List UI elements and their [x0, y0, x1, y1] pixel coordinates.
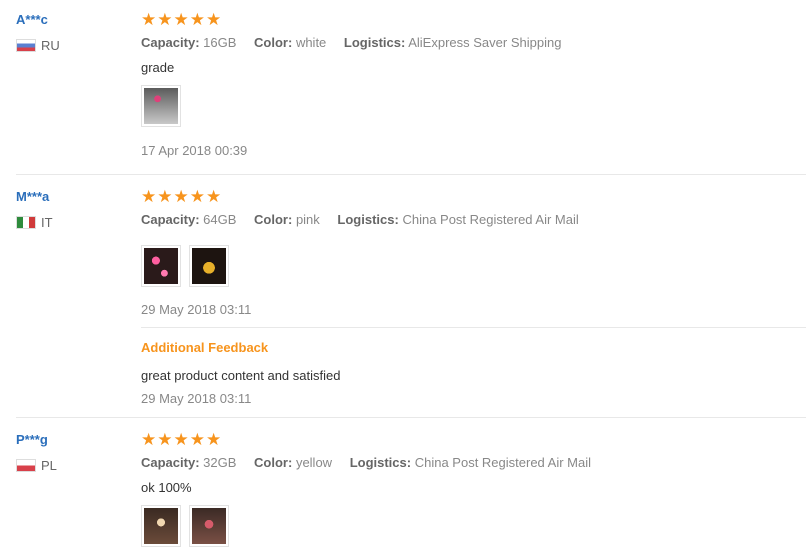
review-date: 17 Apr 2018 00:39 — [141, 143, 248, 158]
review-divider — [16, 174, 806, 175]
logistics-label: Logistics: — [337, 212, 399, 227]
additional-feedback-divider — [141, 327, 806, 328]
star-icon: ★ — [157, 430, 173, 449]
capacity-value: 64GB — [203, 212, 237, 227]
country-code: RU — [41, 38, 60, 53]
star-icon: ★ — [157, 10, 173, 29]
logistics-value: China Post Registered Air Mail — [402, 212, 579, 227]
review-divider — [16, 417, 806, 418]
capacity-label: Capacity: — [141, 212, 200, 227]
additional-feedback-text: great product content and satisfied — [141, 368, 341, 383]
additional-feedback-title: Additional Feedback — [141, 340, 269, 355]
capacity-value: 32GB — [203, 455, 237, 470]
star-icon: ★ — [141, 187, 157, 206]
country-code: PL — [41, 458, 57, 473]
star-icon: ★ — [189, 10, 205, 29]
star-icon: ★ — [173, 430, 189, 449]
reviewer-country: IT — [16, 215, 53, 230]
color-value: pink — [295, 212, 320, 227]
star-icon: ★ — [206, 187, 222, 206]
review-images — [141, 245, 229, 287]
photo-thumbnail — [144, 508, 178, 544]
reviewer-info: P***g PL — [16, 432, 57, 473]
logistics-label: Logistics: — [349, 455, 412, 470]
star-icon: ★ — [206, 430, 222, 449]
color-label: Color: — [254, 212, 293, 227]
review-image-thumbnail[interactable] — [189, 245, 229, 287]
photo-thumbnail — [192, 248, 226, 284]
review-image-thumbnail[interactable] — [141, 245, 181, 287]
star-icon: ★ — [157, 187, 173, 206]
color-label: Color: — [254, 455, 293, 470]
review-date: 29 May 2018 03:11 — [141, 302, 252, 317]
review-image-thumbnail[interactable] — [141, 85, 181, 127]
color-value: white — [295, 35, 327, 50]
review-text: ok 100% — [141, 480, 192, 495]
star-icon: ★ — [206, 10, 222, 29]
review-image-thumbnail[interactable] — [189, 505, 229, 547]
reviewer-info: M***a IT — [16, 189, 53, 230]
country-code: IT — [41, 215, 53, 230]
flag-icon — [16, 39, 36, 52]
photo-thumbnail — [144, 88, 178, 124]
review-images — [141, 85, 181, 127]
order-info: Capacity: 16GB Color: white Logistics: A… — [141, 35, 575, 50]
photo-thumbnail — [144, 248, 178, 284]
photo-thumbnail — [192, 508, 226, 544]
color-label: Color: — [254, 35, 293, 50]
order-info: Capacity: 64GB Color: pink Logistics: Ch… — [141, 212, 593, 227]
star-icon: ★ — [173, 10, 189, 29]
flag-icon — [16, 216, 36, 229]
star-rating: ★ ★ ★ ★ ★ — [141, 11, 221, 28]
reviewer-country: RU — [16, 38, 60, 53]
reviewer-name[interactable]: A***c — [16, 12, 48, 27]
capacity-label: Capacity: — [141, 455, 200, 470]
star-icon: ★ — [141, 430, 157, 449]
reviewer-country: PL — [16, 458, 57, 473]
review-images — [141, 505, 229, 547]
order-info: Capacity: 32GB Color: yellow Logistics: … — [141, 455, 605, 470]
review-text: grade — [141, 60, 175, 75]
additional-feedback-date: 29 May 2018 03:11 — [141, 391, 252, 406]
capacity-label: Capacity: — [141, 35, 200, 50]
star-rating: ★ ★ ★ ★ ★ — [141, 431, 221, 448]
reviewer-info: A***c RU — [16, 12, 60, 53]
logistics-value: China Post Registered Air Mail — [414, 455, 592, 470]
star-rating: ★ ★ ★ ★ ★ — [141, 188, 221, 205]
color-value: yellow — [295, 455, 333, 470]
reviewer-name[interactable]: P***g — [16, 432, 48, 447]
review-image-thumbnail[interactable] — [141, 505, 181, 547]
star-icon: ★ — [141, 10, 157, 29]
capacity-value: 16GB — [203, 35, 237, 50]
star-icon: ★ — [189, 187, 205, 206]
flag-icon — [16, 459, 36, 472]
logistics-value: AliExpress Saver Shipping — [408, 35, 562, 50]
star-icon: ★ — [189, 430, 205, 449]
star-icon: ★ — [173, 187, 189, 206]
logistics-label: Logistics: — [343, 35, 406, 50]
reviewer-name[interactable]: M***a — [16, 189, 49, 204]
